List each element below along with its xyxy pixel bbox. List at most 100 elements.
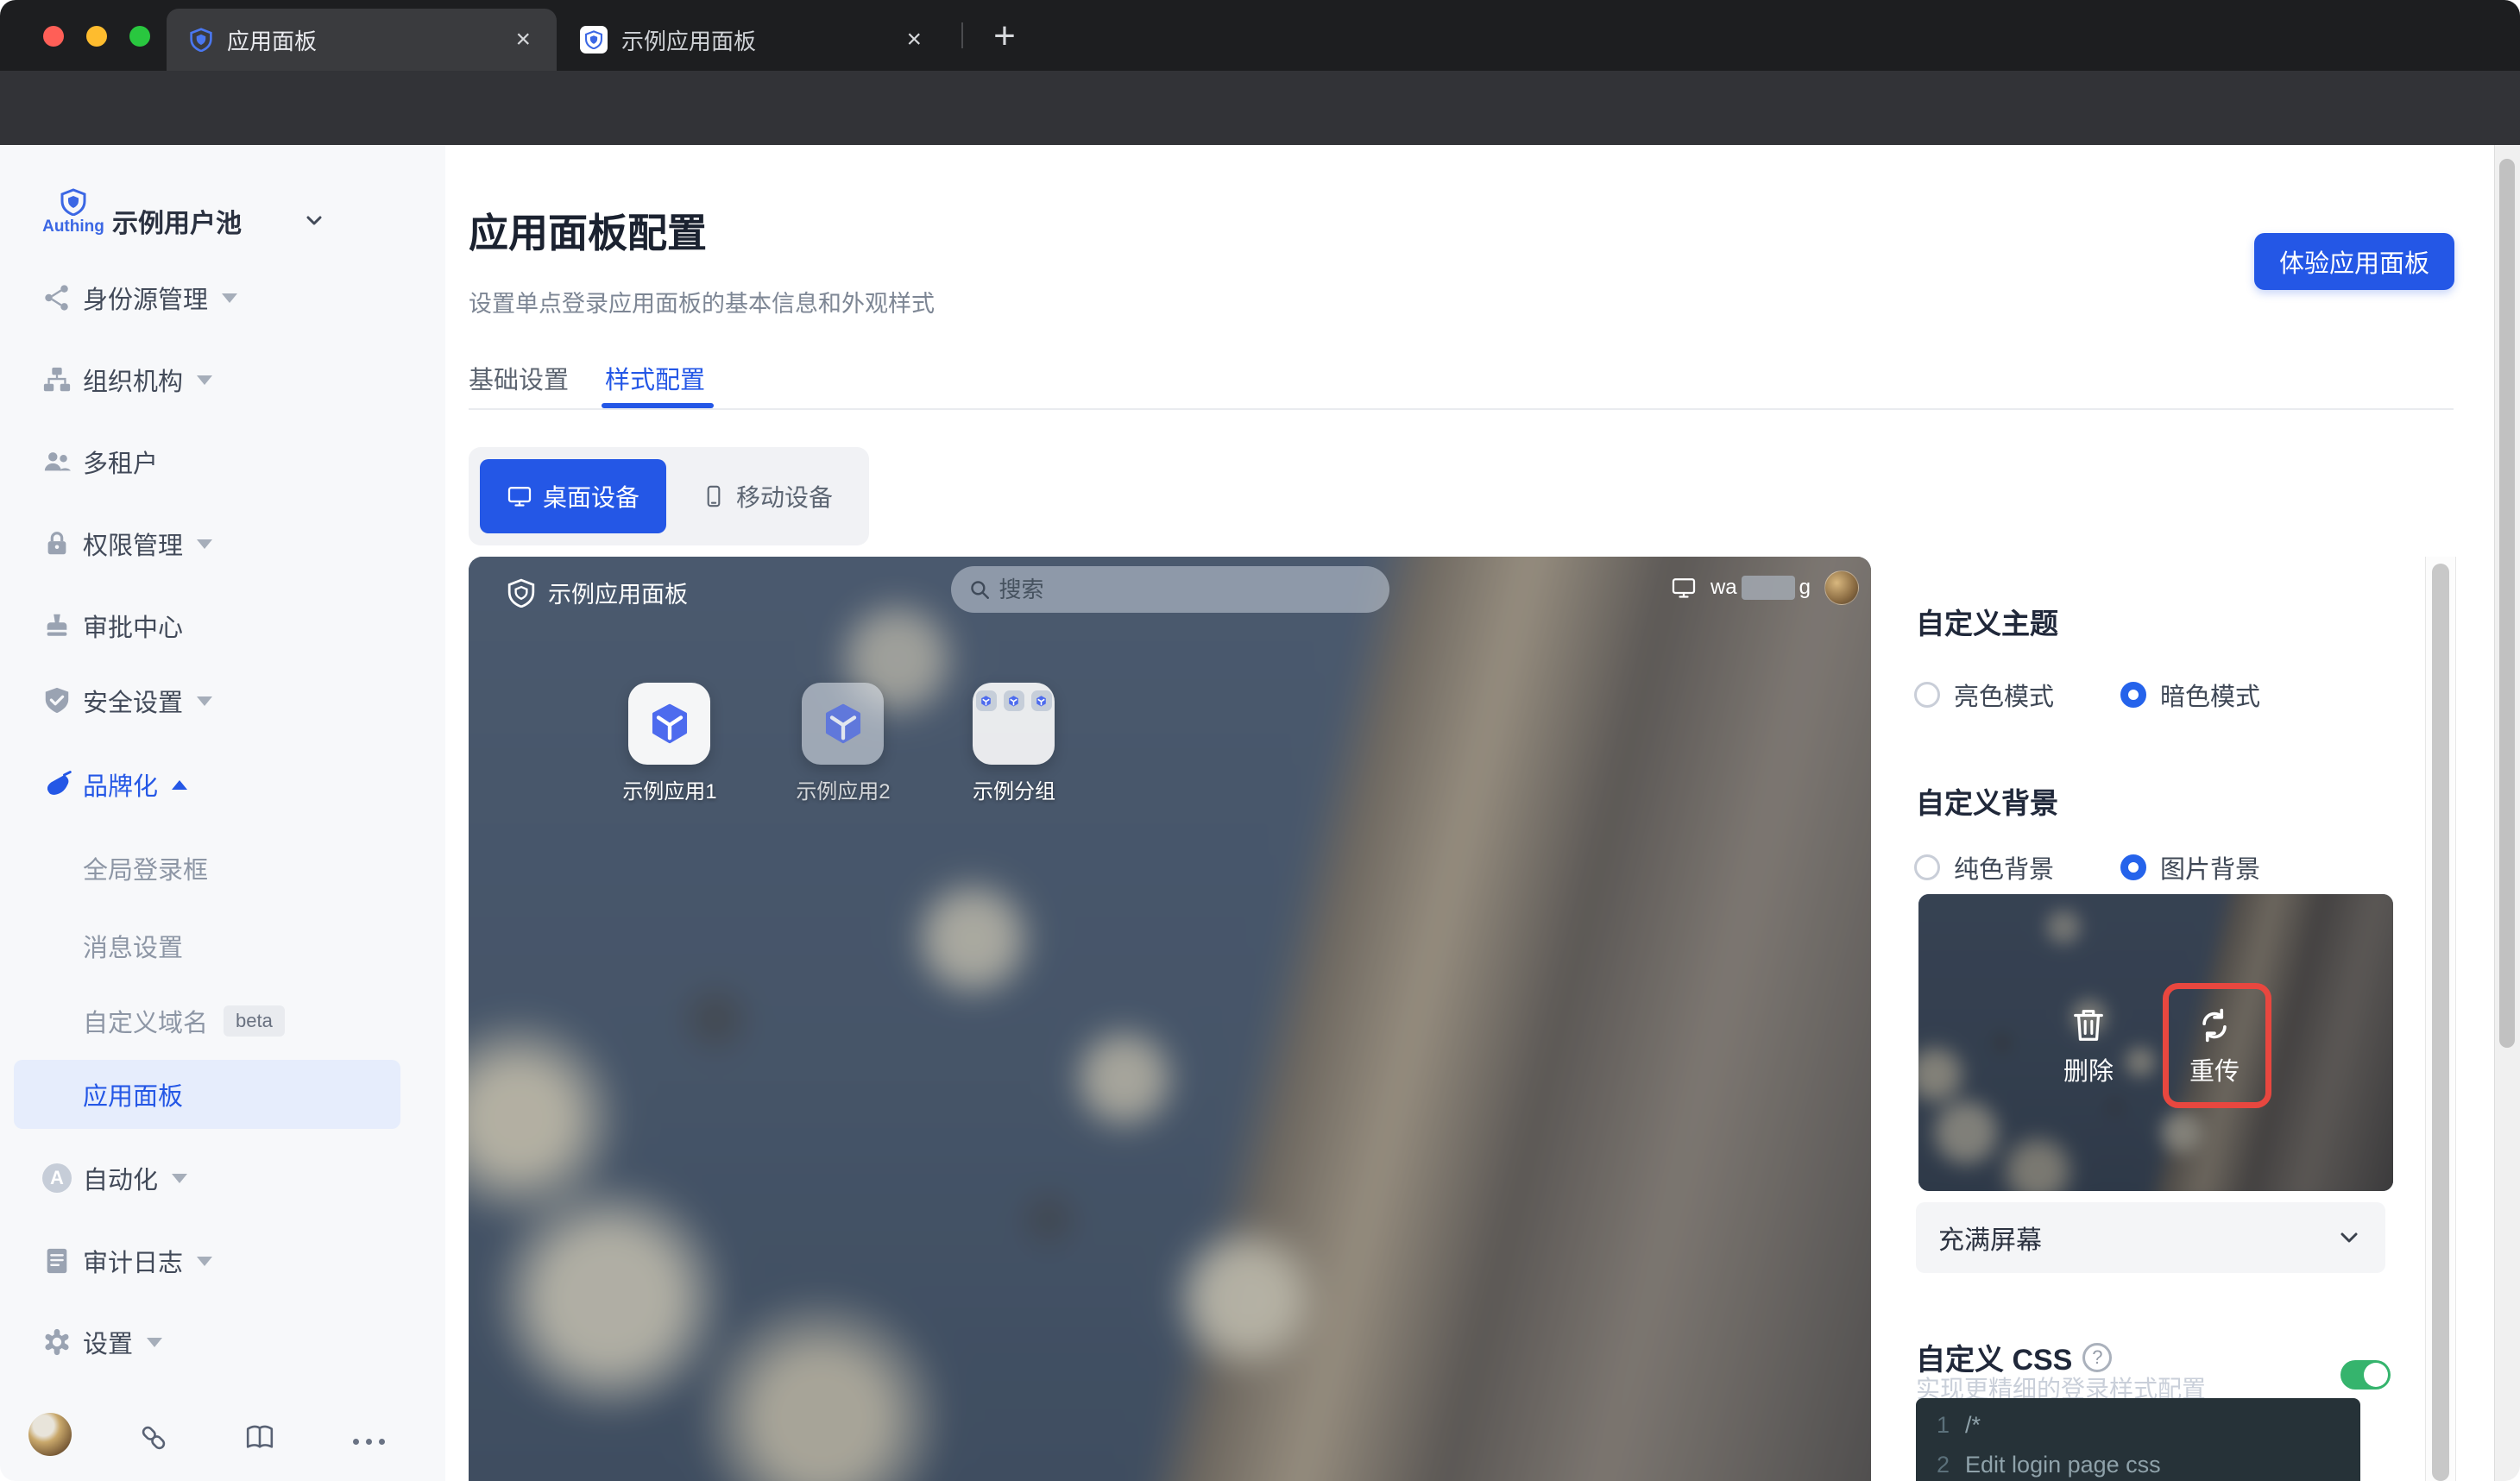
sidebar-item-message-settings[interactable]: 消息设置 <box>83 923 183 968</box>
shield-favicon <box>189 28 213 52</box>
trash-icon <box>2070 1006 2107 1044</box>
search-input[interactable] <box>999 577 1327 603</box>
code-text: Edit login page css <box>1965 1452 2161 1478</box>
tab-style-settings[interactable]: 样式配置 <box>605 359 705 397</box>
radio-off-icon[interactable] <box>1914 682 1940 708</box>
delete-image-button[interactable]: 删除 <box>2045 1006 2132 1087</box>
caret-down-icon <box>172 1174 187 1183</box>
radio-on-icon[interactable] <box>2120 854 2146 880</box>
tab-app-panel[interactable]: 应用面板 × <box>167 9 557 71</box>
caret-down-icon <box>197 1257 212 1266</box>
page-scrollbar-track[interactable] <box>2494 145 2520 1481</box>
css-code-editor[interactable]: 1 /* 2 Edit login page css <box>1916 1398 2360 1481</box>
experience-app-panel-button[interactable]: 体验应用面板 <box>2254 233 2454 290</box>
monitor-icon[interactable] <box>1671 575 1697 601</box>
authing-logo: Authing <box>38 188 109 236</box>
radio-on-icon[interactable] <box>2120 682 2146 708</box>
background-image-thumbnail: 删除 重传 <box>1918 894 2393 1191</box>
radio-off-icon[interactable] <box>1914 854 1940 880</box>
chevron-down-icon <box>2337 1226 2361 1250</box>
cube-app-icon <box>821 702 866 747</box>
selected-fit-value: 充满屏幕 <box>1938 1219 2337 1257</box>
solid-background-radio[interactable]: 纯色背景 <box>1914 848 2054 886</box>
minimize-window-button[interactable] <box>86 26 107 47</box>
zoom-window-button[interactable] <box>129 26 150 47</box>
preview-brand: 示例应用面板 <box>507 576 688 609</box>
code-text: /* <box>1965 1412 1981 1439</box>
sidebar-item-organization[interactable]: 组织机构 <box>0 356 445 404</box>
background-fit-select[interactable]: 充满屏幕 <box>1916 1202 2385 1273</box>
sidebar-item-global-login-box[interactable]: 全局登录框 <box>83 846 208 891</box>
caret-down-icon <box>197 539 212 549</box>
user-pool-name[interactable]: 示例用户池 <box>112 202 242 240</box>
more-options-icon[interactable] <box>350 1434 401 1466</box>
new-tab-button[interactable]: + <box>980 12 1029 60</box>
custom-background-heading: 自定义背景 <box>1916 780 2058 822</box>
gear-icon <box>41 1327 72 1358</box>
sidebar-item-permissions[interactable]: 权限管理 <box>0 520 445 568</box>
page-title: 应用面板配置 <box>469 202 707 259</box>
stamp-icon <box>41 610 72 641</box>
annotation-highlight-box <box>2163 983 2271 1108</box>
lock-icon <box>41 528 72 559</box>
sidebar-item-branding[interactable]: 品牌化 <box>0 760 445 809</box>
sidebar-item-identity-sources[interactable]: 身份源管理 <box>0 274 445 322</box>
chevron-down-icon[interactable] <box>304 210 324 230</box>
sidebar-item-settings[interactable]: 设置 <box>0 1318 445 1366</box>
tab-title: 应用面板 <box>227 24 510 56</box>
caret-down-icon <box>197 375 212 385</box>
image-background-radio[interactable]: 图片背景 <box>2120 848 2260 886</box>
app-tile-sample-app-2[interactable] <box>802 683 884 765</box>
dark-mode-radio[interactable]: 暗色模式 <box>2120 676 2260 714</box>
sidebar-item-custom-domain[interactable]: 自定义域名 beta <box>83 999 285 1043</box>
close-tab-icon[interactable]: × <box>510 25 536 54</box>
sidebar-item-multi-tenant[interactable]: 多租户 <box>0 438 445 486</box>
app-tile-sample-app-1[interactable] <box>628 683 710 765</box>
custom-css-toggle[interactable] <box>2340 1360 2391 1390</box>
light-mode-radio[interactable]: 亮色模式 <box>1914 676 2054 714</box>
close-tab-icon[interactable]: × <box>901 25 927 54</box>
sidebar: Authing 示例用户池 身份源管理 组织机构 多租户 <box>0 145 445 1481</box>
config-scrollbar-thumb[interactable] <box>2432 564 2449 1481</box>
caret-up-icon <box>172 780 187 790</box>
log-document-icon <box>41 1245 72 1276</box>
help-icon[interactable]: ? <box>2082 1343 2112 1372</box>
sidebar-item-security-settings[interactable]: 安全设置 <box>0 677 445 725</box>
paint-brush-icon <box>41 769 72 800</box>
users-icon <box>41 446 72 477</box>
page-scrollbar-thumb[interactable] <box>2499 159 2515 1048</box>
thumbnail-dim-overlay <box>1918 894 2393 1191</box>
share-nodes-icon <box>41 282 72 313</box>
app-label: 示例分组 <box>945 774 1083 804</box>
app-panel-preview: 示例应用面板 wa g <box>469 557 1871 1481</box>
config-scrollbar-track[interactable] <box>2425 557 2456 1481</box>
redacted-username <box>1742 576 1795 600</box>
tab-sample-app-panel[interactable]: 示例应用面板 × <box>558 9 948 71</box>
book-icon[interactable] <box>243 1421 276 1454</box>
beta-badge: beta <box>224 1005 285 1037</box>
sidebar-item-automation[interactable]: A 自动化 <box>0 1154 445 1202</box>
close-window-button[interactable] <box>43 26 64 47</box>
line-number: 2 <box>1937 1452 1950 1478</box>
sidebar-item-app-panel-selected[interactable]: 应用面板 <box>14 1060 400 1129</box>
preview-search[interactable] <box>951 566 1389 613</box>
org-tree-icon <box>41 364 72 395</box>
tab-basic-settings[interactable]: 基础设置 <box>469 359 569 397</box>
monitor-icon <box>507 483 532 509</box>
tab-strip: 应用面板 × 示例应用面板 × + <box>0 0 2520 71</box>
sidebar-item-approval-center[interactable]: 审批中心 <box>0 602 445 650</box>
browser-window: 应用面板 × 示例应用面板 × + <box>0 0 2520 1481</box>
preview-user-area: wa g <box>1671 570 1859 605</box>
browser-toolbar: 无痕模式 <box>0 71 2520 145</box>
preview-avatar[interactable] <box>1824 570 1859 605</box>
caret-down-icon <box>147 1338 162 1347</box>
preview-username[interactable]: wa g <box>1710 576 1811 600</box>
shield-check-icon <box>41 685 72 716</box>
sidebar-item-audit-logs[interactable]: 审计日志 <box>0 1237 445 1285</box>
app-group-tile[interactable] <box>973 683 1055 765</box>
user-avatar[interactable] <box>28 1413 72 1456</box>
mobile-device-button[interactable]: 移动设备 <box>676 459 859 533</box>
link-icon[interactable] <box>137 1421 170 1454</box>
desktop-device-button[interactable]: 桌面设备 <box>480 459 666 533</box>
toggle-knob <box>2364 1363 2388 1387</box>
